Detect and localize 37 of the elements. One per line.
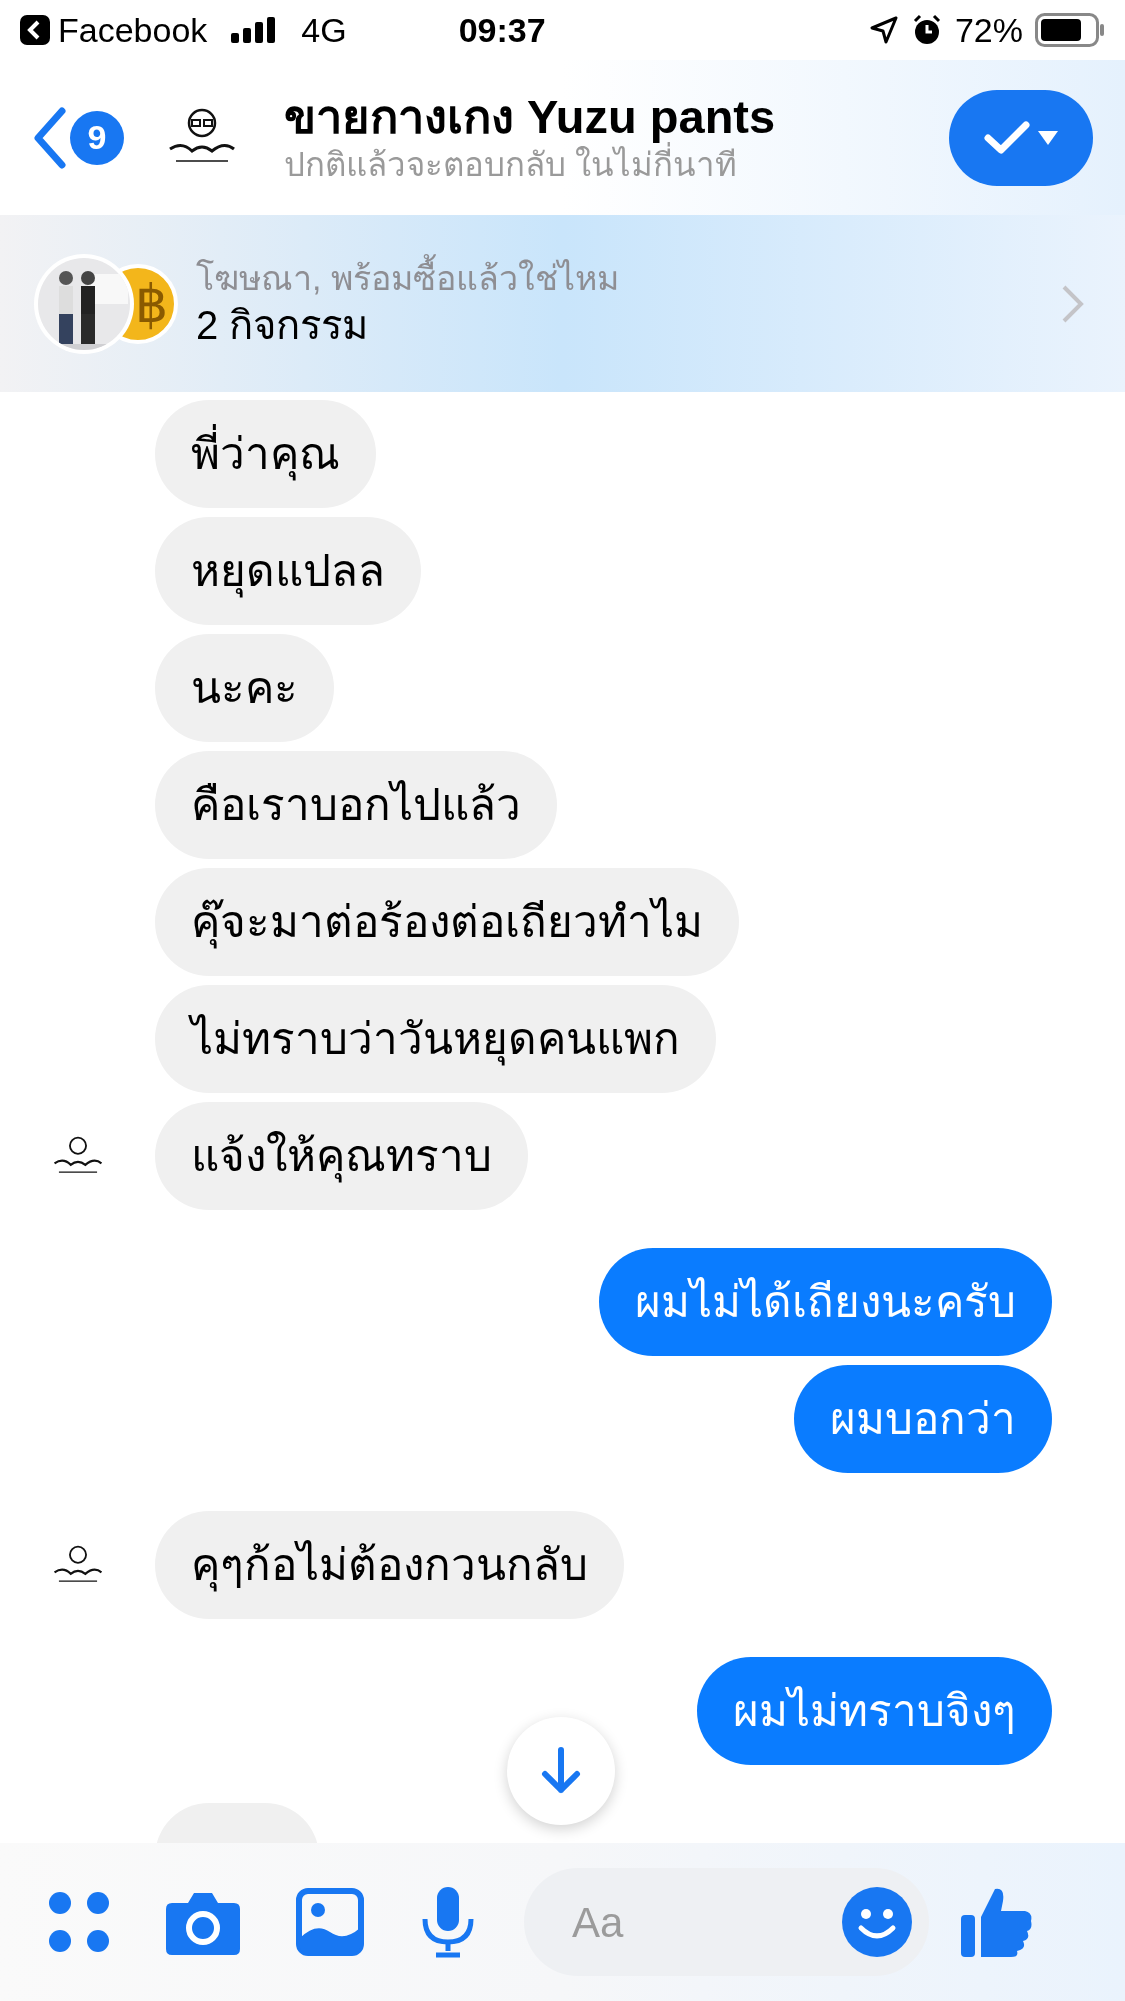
ad-banner[interactable]: ฿ โฆษณา, พร้อมซื้อแล้วใช่ไหม 2 กิจกรรม xyxy=(0,215,1125,392)
emoji-icon[interactable] xyxy=(841,1886,913,1958)
currency-symbol: ฿ xyxy=(135,277,168,330)
chat-title: ขายกางเกง Yuzu pants xyxy=(284,89,776,143)
image-icon[interactable] xyxy=(296,1888,364,1956)
received-message: คือเราบอกไปแล้ว xyxy=(155,751,557,859)
received-message: แจ้งให้คุณทราบ xyxy=(155,1102,528,1210)
arrow-down-icon xyxy=(541,1746,581,1796)
microphone-icon[interactable] xyxy=(420,1885,476,1959)
received-message: หยุดแปลล xyxy=(155,517,421,625)
location-icon xyxy=(868,15,899,45)
received-message: คุ๊จะมาต่อร้องต่อเถียวทำไม xyxy=(155,868,739,976)
received-message: ไม่ทราบว่าวันหยุดคนแพก xyxy=(155,985,716,1093)
sent-message: ผมบอกว่า xyxy=(794,1365,1052,1473)
activity-count: 2 กิจกรรม xyxy=(196,301,370,349)
scroll-down-button[interactable] xyxy=(507,1717,615,1825)
battery-icon xyxy=(1035,13,1105,47)
checkmark-icon xyxy=(984,120,1030,155)
chevron-right-icon xyxy=(1061,283,1085,324)
chat-subtitle: ปกติแล้วจะตอบกลับ ในไม่กี่นาที xyxy=(284,143,776,186)
message-field[interactable]: Aa xyxy=(524,1868,929,1976)
received-message: นะคะ xyxy=(155,634,334,742)
back-icon[interactable] xyxy=(20,15,50,45)
battery-percent: 72% xyxy=(954,9,1023,51)
menu-dots-icon[interactable] xyxy=(48,1891,110,1953)
network-label: 4G xyxy=(301,9,347,51)
back-app-label[interactable]: Facebook xyxy=(58,4,208,56)
sent-message: ผมไม่ทราบจิงๆ xyxy=(697,1657,1052,1765)
received-message: คุๆก้อไม่ต้องกวนกลับ xyxy=(155,1511,624,1619)
back-chevron-icon[interactable] xyxy=(32,106,66,169)
sent-message: ผมไม่ได้เถียงนะครับ xyxy=(599,1248,1052,1356)
message-input[interactable]: Aa xyxy=(572,1890,772,1954)
unread-badge: 9 xyxy=(70,110,124,165)
clock: 09:37 xyxy=(458,9,546,51)
signal-icon xyxy=(231,17,278,43)
received-message: พี่ว่าคุณ xyxy=(155,400,376,508)
caret-icon xyxy=(1038,130,1058,145)
